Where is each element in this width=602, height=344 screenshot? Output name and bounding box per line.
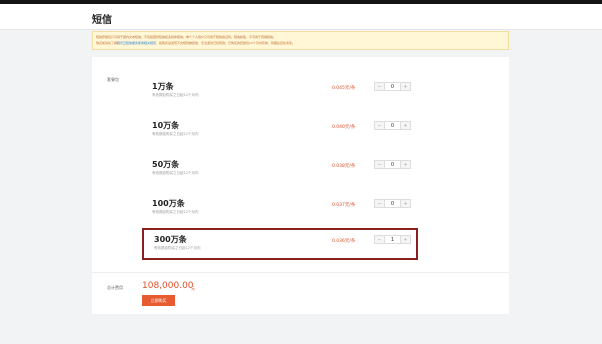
package-name: 300万条: [154, 235, 187, 244]
page-header: 短信: [0, 4, 602, 30]
notice-line-2: 购买前请先了解腾讯云短信服务使用相关规范，如购买后发现不合规则被拒绝，无法退款已…: [96, 40, 505, 46]
notice-prefix: 购买前请先了解: [96, 41, 118, 45]
notice-policy-link[interactable]: 腾讯云短信服务使用相关规范: [117, 41, 156, 45]
package-name: 50万条: [152, 160, 180, 169]
quantity-stepper: − 0 +: [374, 121, 411, 130]
quantity-stepper: − 0 +: [374, 160, 411, 169]
package-card: 套餐包 1万条 有效期自购买之日起12个月内 0.045元/条 − 0 + 10…: [92, 57, 509, 314]
package-price: 0.045元/条: [332, 86, 356, 91]
decrement-button[interactable]: −: [375, 236, 384, 243]
quantity-input[interactable]: 0: [384, 83, 401, 90]
package-desc: 有效期自购买之日起12个月内: [152, 171, 199, 175]
quantity-input[interactable]: 0: [384, 200, 401, 207]
decrement-button[interactable]: −: [375, 161, 384, 168]
package-item-3m-selected[interactable]: 300万条 有效期自购买之日起12个月内 0.036元/条 − 1 +: [142, 228, 418, 260]
package-name: 10万条: [152, 121, 180, 130]
quantity-input[interactable]: 1: [384, 236, 401, 243]
quantity-input[interactable]: 0: [384, 161, 401, 168]
notice-suffix: ，如购买后发现不合规则被拒绝，无法退款已扣费用；已购买的套餐包12个月内有效，到…: [156, 41, 295, 45]
package-desc: 有效期自购买之日起12个月内: [152, 210, 199, 214]
page-title: 短信: [92, 15, 112, 26]
package-item-1m[interactable]: 100万条 有效期自购买之日起12个月内 0.037元/条 − 0 +: [142, 194, 418, 226]
quantity-stepper: − 0 +: [374, 82, 411, 91]
total-label: 总计费用: [107, 285, 123, 290]
package-item-100k[interactable]: 10万条 有效期自购买之日起12个月内 0.040元/条 − 0 +: [142, 116, 418, 148]
package-name: 100万条: [152, 199, 185, 208]
quantity-input[interactable]: 0: [384, 122, 401, 129]
decrement-button[interactable]: −: [375, 200, 384, 207]
decrement-button[interactable]: −: [375, 83, 384, 90]
decrement-button[interactable]: −: [375, 122, 384, 129]
package-item-10k[interactable]: 1万条 有效期自购买之日起12个月内 0.045元/条 − 0 +: [142, 77, 418, 109]
package-section-label: 套餐包: [107, 77, 119, 82]
package-price: 0.038元/条: [332, 164, 356, 169]
total-value: 108,000.00: [142, 281, 194, 291]
quantity-stepper: − 0 +: [374, 199, 411, 208]
increment-button[interactable]: +: [401, 122, 410, 129]
total-unit: 元: [191, 286, 195, 291]
package-desc: 有效期自购买之日起12个月内: [152, 132, 199, 136]
notice-banner: 短信套餐包只可用于国内文本短信；不包括国际短信和多媒体短信；单个个人用户只可用于…: [92, 31, 509, 50]
package-desc: 有效期自购买之日起12个月内: [152, 93, 199, 97]
increment-button[interactable]: +: [401, 200, 410, 207]
package-price: 0.040元/条: [332, 125, 356, 130]
buy-now-button[interactable]: 立即购买: [142, 295, 175, 306]
package-item-500k[interactable]: 50万条 有效期自购买之日起12个月内 0.038元/条 − 0 +: [142, 155, 418, 187]
increment-button[interactable]: +: [401, 161, 410, 168]
divider: [92, 272, 509, 273]
package-price: 0.037元/条: [332, 203, 356, 208]
package-name: 1万条: [152, 82, 174, 91]
increment-button[interactable]: +: [401, 83, 410, 90]
increment-button[interactable]: +: [401, 236, 410, 243]
quantity-stepper: − 1 +: [374, 235, 411, 244]
package-desc: 有效期自购买之日起12个月内: [154, 246, 201, 250]
package-price: 0.036元/条: [332, 239, 356, 244]
